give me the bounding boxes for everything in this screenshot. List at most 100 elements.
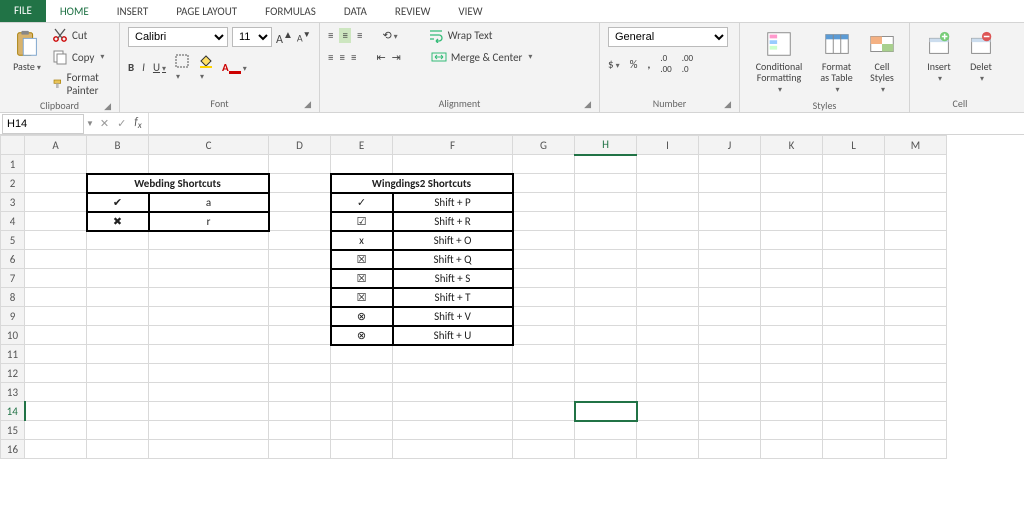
table-cell: r (149, 212, 269, 231)
font-name-select[interactable]: Calibri (128, 27, 228, 47)
paste-button[interactable]: Paste (8, 27, 46, 76)
row-header[interactable]: 13 (1, 383, 25, 402)
increase-decimal-icon[interactable]: .0.00 (660, 53, 671, 75)
tab-page-layout[interactable]: PAGE LAYOUT (162, 0, 251, 22)
table-cell: Shift + V (393, 307, 513, 326)
formula-bar[interactable] (148, 113, 1024, 134)
row-header[interactable]: 2 (1, 174, 25, 193)
comma-button[interactable]: , (647, 58, 650, 71)
cut-button[interactable]: Cut (52, 27, 111, 43)
col-header[interactable]: L (823, 136, 885, 155)
tab-data[interactable]: DATA (330, 0, 381, 22)
underline-button[interactable]: U (153, 61, 166, 74)
tab-insert[interactable]: INSERT (103, 0, 163, 22)
col-header[interactable]: K (761, 136, 823, 155)
worksheet-grid[interactable]: A B C D E F G H I J K L M 1 2 Webding Sh… (0, 135, 1024, 459)
col-header[interactable]: D (269, 136, 331, 155)
row-header[interactable]: 1 (1, 155, 25, 174)
decrease-indent-icon[interactable]: ⇤ (376, 51, 385, 64)
delete-cells-button[interactable]: Delet (962, 27, 1000, 86)
table-cell: Shift + P (393, 193, 513, 212)
align-top-icon[interactable]: ≡ (328, 29, 333, 42)
col-header[interactable]: B (87, 136, 149, 155)
decrease-decimal-icon[interactable]: .00.0 (682, 53, 693, 75)
enter-formula-icon[interactable]: ✓ (117, 117, 126, 130)
insert-cells-icon (924, 29, 954, 59)
col-header[interactable]: G (513, 136, 575, 155)
decrease-font-icon[interactable]: A▼ (297, 29, 311, 44)
conditional-formatting-icon (764, 29, 794, 59)
group-title-cells: Cell (918, 95, 1002, 110)
font-size-select[interactable]: 11 (232, 27, 272, 47)
row-header[interactable]: 4 (1, 212, 25, 231)
align-center-icon[interactable]: ≡ (339, 51, 344, 64)
col-header[interactable]: C (149, 136, 269, 155)
align-bottom-icon[interactable]: ≡ (357, 29, 362, 42)
font-color-button[interactable]: A (222, 61, 247, 74)
dialog-launcher-icon[interactable]: ◢ (304, 99, 311, 110)
borders-button[interactable] (174, 53, 190, 82)
dialog-launcher-icon[interactable]: ◢ (584, 99, 591, 110)
tab-view[interactable]: VIEW (444, 0, 496, 22)
bold-button[interactable]: B (128, 61, 134, 74)
col-header[interactable]: H (575, 136, 637, 155)
align-right-icon[interactable]: ≡ (351, 51, 356, 64)
delete-cells-icon (966, 29, 996, 59)
group-styles: Conditional Formatting Format as Table C… (740, 23, 910, 112)
dialog-launcher-icon[interactable]: ◢ (724, 99, 731, 110)
percent-button[interactable]: % (630, 58, 638, 71)
tab-home[interactable]: HOME (46, 0, 103, 22)
row-header[interactable]: 6 (1, 250, 25, 269)
table-cell: ☒ (331, 250, 393, 269)
row-header[interactable]: 7 (1, 269, 25, 288)
col-header[interactable]: A (25, 136, 87, 155)
accounting-format-button[interactable]: $ (608, 58, 620, 71)
table-cell: x (331, 231, 393, 250)
row-header[interactable]: 16 (1, 440, 25, 459)
tab-file[interactable]: FILE (0, 0, 46, 22)
row-header[interactable]: 3 (1, 193, 25, 212)
format-painter-button[interactable]: Format Painter (52, 71, 111, 97)
col-header[interactable]: M (885, 136, 947, 155)
align-left-icon[interactable]: ≡ (328, 51, 333, 64)
tab-formulas[interactable]: FORMULAS (251, 0, 330, 22)
table-cell: ✔ (87, 193, 149, 212)
cancel-formula-icon[interactable]: ✕ (100, 117, 109, 130)
dialog-launcher-icon[interactable]: ◢ (104, 101, 111, 112)
group-title-alignment: Alignment◢ (328, 95, 591, 110)
increase-font-icon[interactable]: A▲ (276, 28, 293, 47)
wrap-text-button[interactable]: Wrap Text (428, 27, 493, 43)
increase-indent-icon[interactable]: ⇥ (392, 51, 401, 64)
copy-button[interactable]: Copy (52, 49, 111, 65)
row-header[interactable]: 9 (1, 307, 25, 326)
tab-review[interactable]: REVIEW (381, 0, 445, 22)
conditional-formatting-button[interactable]: Conditional Formatting (748, 27, 810, 97)
row-header[interactable]: 15 (1, 421, 25, 440)
row-header[interactable]: 11 (1, 345, 25, 364)
cell-styles-button[interactable]: Cell Styles (863, 27, 901, 97)
active-cell[interactable] (575, 402, 637, 421)
col-header[interactable]: E (331, 136, 393, 155)
fill-color-button[interactable] (198, 53, 214, 82)
col-header[interactable]: J (699, 136, 761, 155)
number-format-select[interactable]: General (608, 27, 728, 47)
format-as-table-button[interactable]: Format as Table (814, 27, 859, 97)
row-header[interactable]: 10 (1, 326, 25, 345)
align-middle-icon[interactable]: ≡ (339, 28, 350, 43)
orientation-button[interactable]: ⟲ (382, 29, 397, 42)
table-cell: ✖ (87, 212, 149, 231)
insert-cells-button[interactable]: Insert (920, 27, 958, 86)
row-header[interactable]: 14 (1, 402, 25, 421)
col-header[interactable]: F (393, 136, 513, 155)
italic-button[interactable]: I (142, 61, 145, 74)
insert-function-icon[interactable]: fx (134, 115, 141, 131)
table-cell: ⊗ (331, 307, 393, 326)
merge-center-button[interactable]: Merge & Center (431, 49, 533, 65)
select-all-corner[interactable] (1, 136, 25, 155)
row-header[interactable]: 8 (1, 288, 25, 307)
col-header[interactable]: I (637, 136, 699, 155)
row-header[interactable]: 12 (1, 364, 25, 383)
table-cell: ⊗ (331, 326, 393, 345)
row-header[interactable]: 5 (1, 231, 25, 250)
name-box[interactable] (2, 114, 84, 134)
